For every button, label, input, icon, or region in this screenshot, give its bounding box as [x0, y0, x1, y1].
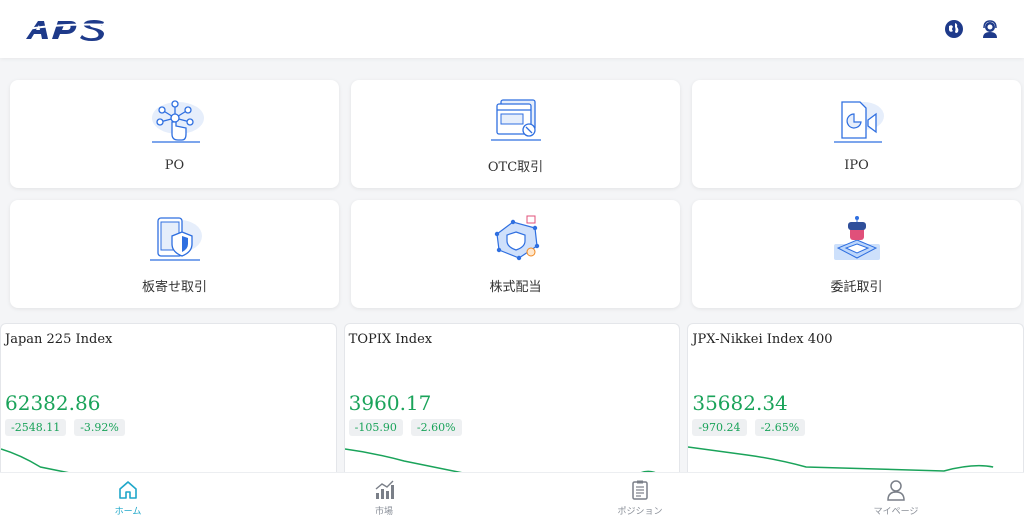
index-name: Japan 225 Index: [5, 332, 113, 347]
index-change-pct: -2.60%: [410, 419, 462, 436]
user-icon: [887, 479, 905, 501]
menu-card-consignment[interactable]: 委託取引: [692, 200, 1021, 308]
menu-card-label: 委託取引: [830, 279, 883, 295]
menu-card-dividend[interactable]: 株式配当: [351, 200, 680, 308]
globe-icon[interactable]: [944, 19, 964, 39]
index-change: -105.90: [348, 419, 403, 436]
home-icon: [119, 480, 137, 499]
index-sparkline: [688, 446, 994, 472]
browser-window-icon: [490, 98, 541, 141]
menu-card-label: OTC取引: [487, 159, 544, 175]
menu-card-label: 株式配当: [489, 279, 542, 295]
menu-card-otc[interactable]: OTC取引: [351, 80, 680, 188]
menu-card-label: IPO: [844, 157, 869, 173]
aps-logo[interactable]: [24, 14, 116, 44]
bottom-tab-bar: ホーム 市場 ポジション マイページ: [0, 472, 1024, 522]
menu-card-ipo[interactable]: IPO: [692, 80, 1021, 188]
index-value: 62382.86: [5, 391, 101, 415]
tab-label: ポジション: [617, 506, 663, 517]
index-card-jpx-nikkei-400[interactable]: JPX-Nikkei Index 400 35682.34 -970.24 -2…: [687, 323, 1024, 475]
index-sparkline: [344, 448, 661, 475]
feature-menu-grid: PO OTC取引 IPO 板寄せ取引 株式配当 委託取引: [10, 80, 1021, 308]
aps-logo-mark: [26, 20, 115, 41]
tablet-shield-icon: [149, 216, 202, 261]
menu-card-po[interactable]: PO: [10, 80, 339, 188]
tab-label: ホーム: [114, 506, 142, 517]
support-agent-icon[interactable]: [980, 19, 1000, 39]
index-value: 35682.34: [692, 391, 788, 415]
tab-mypage[interactable]: マイページ: [768, 473, 1024, 522]
index-change-pct: -3.92%: [74, 419, 125, 436]
index-sparkline: [1, 448, 80, 475]
index-card-japan225[interactable]: Japan 225 Index 62382.86 -2548.11 -3.92%: [0, 323, 337, 475]
app-header: [0, 0, 1024, 58]
shield-network-icon: [494, 215, 539, 260]
index-name: TOPIX Index: [348, 332, 433, 347]
tab-label: マイページ: [873, 506, 919, 517]
robot-chip-icon: [833, 215, 880, 260]
index-card-topix[interactable]: TOPIX Index 3960.17 -105.90 -2.60%: [343, 323, 681, 475]
network-touch-icon: [151, 99, 204, 143]
tab-label: 市場: [374, 506, 393, 517]
menu-card-label: PO: [164, 157, 185, 173]
index-change: -2548.11: [5, 419, 67, 436]
tab-home[interactable]: ホーム: [0, 473, 256, 522]
index-change: -970.24: [692, 419, 747, 436]
index-value: 3960.17: [348, 391, 432, 415]
menu-card-label: 板寄せ取引: [141, 279, 207, 295]
market-indices: Japan 225 Index 62382.86 -2548.11 -3.92%…: [0, 323, 1024, 475]
index-change-pct: -2.65%: [754, 419, 806, 436]
index-name: JPX-Nikkei Index 400: [692, 332, 833, 347]
tab-positions[interactable]: ポジション: [512, 473, 768, 522]
market-chart-icon: [375, 480, 394, 499]
menu-card-itayose[interactable]: 板寄せ取引: [10, 200, 339, 308]
document-megaphone-icon: [833, 100, 884, 143]
tab-market[interactable]: 市場: [256, 473, 512, 522]
clipboard-icon: [632, 480, 648, 500]
